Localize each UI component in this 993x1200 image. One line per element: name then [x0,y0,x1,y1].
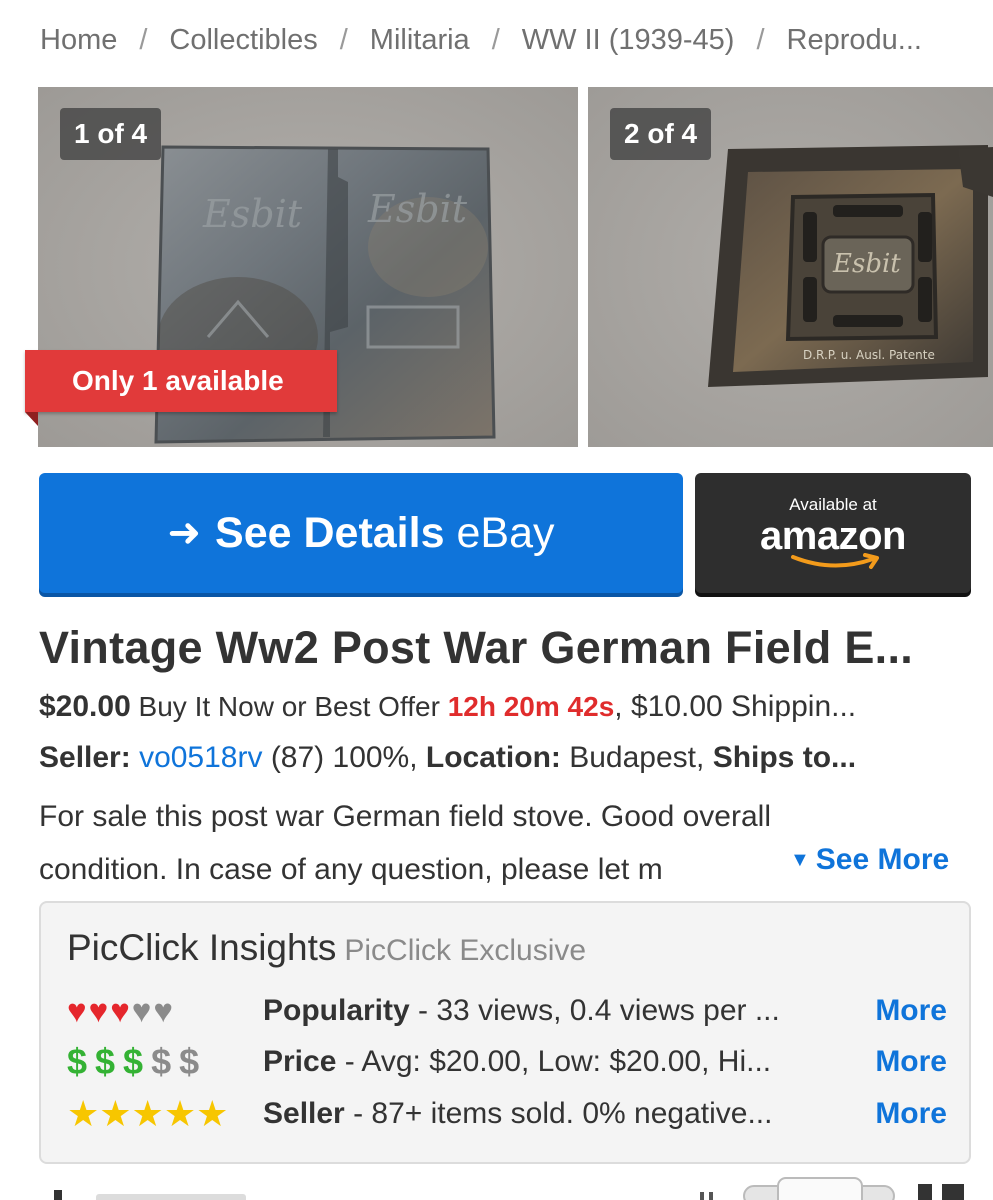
amazon-available-label: Available at [789,495,877,514]
price-detail: - Avg: $20.00, Low: $20.00, Hi... [336,1045,772,1078]
amazon-logo-text: amazon [760,514,906,558]
description-line-1: For sale this post war German field stov… [39,800,771,833]
item-title[interactable]: Vintage Ww2 Post War German Field E... [39,622,969,674]
amazon-smile-icon [791,553,879,569]
popularity-detail: - 33 views, 0.4 views per ... [409,994,780,1027]
product-photo-2[interactable]: Esbit D.R.P. u. Ausl. Patente 2 of 4 [588,87,993,447]
description-line-2: condition. In case of any question, plea… [39,853,663,886]
seller-detail: - 87+ items sold. 0% negative... [344,1097,773,1130]
ebay-button-bold-label: See Details [215,508,445,557]
insight-price-row: $$$$$ Price - Avg: $20.00, Low: $20.00, … [67,1038,947,1086]
popularity-label: Popularity [263,994,410,1027]
insight-seller-row: ★★★★★ Seller - 87+ items sold. 0% negati… [67,1090,947,1138]
insight-popularity-row: ♥♥♥♥♥ Popularity - 33 views, 0.4 views p… [67,987,947,1035]
popularity-text: Popularity - 33 views, 0.4 views per ... [263,994,863,1028]
bottom-toolbar-partial [0,1174,993,1200]
amazon-button[interactable]: Available at amazon [695,473,971,593]
breadcrumb-home[interactable]: Home [40,24,117,57]
breadcrumb-ww2[interactable]: WW II (1939-45) [522,24,735,57]
price-text: Price - Avg: $20.00, Low: $20.00, Hi... [263,1045,863,1079]
photo-counter: 2 of 4 [610,108,712,160]
breadcrumb-separator: / [139,23,148,56]
insights-exclusive-label: PicClick Exclusive [344,934,587,967]
seller-link[interactable]: vo0518rv [139,741,262,774]
see-more-label: See More [815,843,950,876]
shipping-cost: , $10.00 Shippin... [614,690,857,723]
price-dollars-icon: $$$$$ [67,1041,208,1082]
arrow-right-icon: ➜ [167,511,202,555]
price-label: Price [263,1045,337,1078]
buy-format: Buy It Now or Best Offer [130,691,448,722]
seller-label: Seller: [39,741,131,774]
popularity-more-link[interactable]: More [875,994,947,1028]
item-price: $20.00 [39,690,131,723]
see-more-link[interactable]: ▼ See More [790,843,949,877]
price-more-link[interactable]: More [875,1045,947,1079]
ebay-button-label: eBay [456,508,555,557]
seller-more-link[interactable]: More [875,1097,947,1131]
stove-stamp-text: D.R.P. u. Ausl. Patente [803,348,935,362]
breadcrumb-militaria[interactable]: Militaria [370,24,470,57]
breadcrumb: Home / Collectibles / Militaria / WW II … [40,18,993,62]
svg-text:Esbit: Esbit [832,249,901,279]
breadcrumb-separator: / [339,23,348,56]
seller-stars-icon: ★★★★★ [67,1093,229,1134]
location-value: Budapest, [560,741,713,774]
price-line: $20.00 Buy It Now or Best Offer 12h 20m … [39,690,969,724]
svg-text:Esbit: Esbit [202,192,303,236]
picclick-insights-panel: PicClick Insights PicClick Exclusive ♥♥♥♥… [39,901,971,1164]
seller-insight-label: Seller [263,1097,345,1130]
seller-stats: (87) 100%, [262,741,426,774]
photo-counter: 1 of 4 [60,108,162,160]
ships-to-label: Ships to... [712,741,857,774]
location-label: Location: [425,741,561,774]
breadcrumb-separator: / [491,23,500,56]
toolbar-icons-partial [54,1177,964,1200]
breadcrumb-collectibles[interactable]: Collectibles [169,24,317,57]
breadcrumb-separator: / [756,23,765,56]
time-left: 12h 20m 42s [447,691,615,722]
popularity-hearts-icon: ♥♥♥♥♥ [67,992,175,1029]
availability-ribbon: Only 1 available [25,350,337,412]
seller-text: Seller - 87+ items sold. 0% negative... [263,1097,863,1131]
caret-down-icon: ▼ [790,849,810,871]
svg-text:Esbit: Esbit [367,187,468,231]
seller-line: Seller: vo0518rv (87) 100%, Location: Bu… [39,741,969,775]
see-details-ebay-button[interactable]: ➜ See Details eBay [39,473,683,593]
insights-heading: PicClick Insights [67,927,337,968]
insights-title: PicClick Insights PicClick Exclusive [67,927,586,969]
breadcrumb-reproductions[interactable]: Reprodu... [787,24,922,57]
